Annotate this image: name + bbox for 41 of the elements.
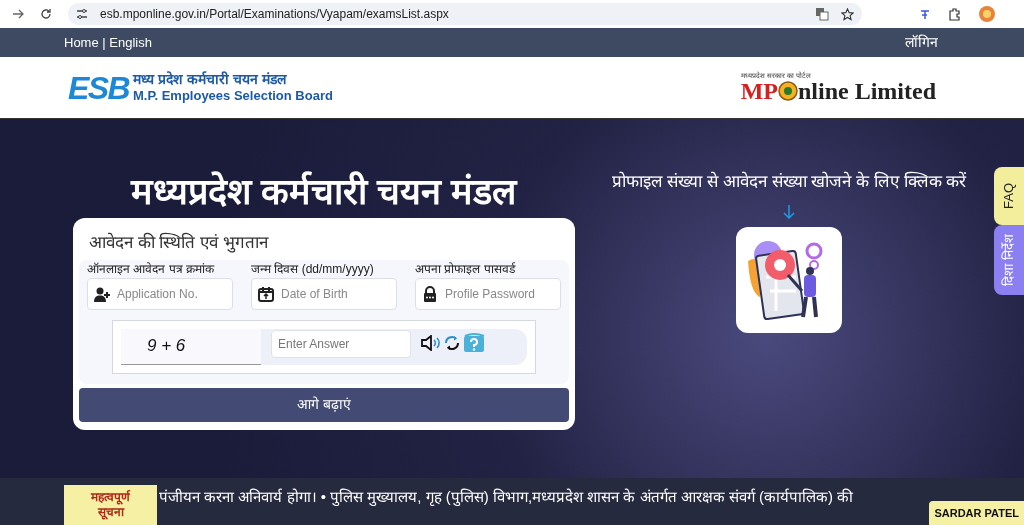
speaker-icon[interactable] <box>421 334 441 351</box>
notice-label-text: सूचना <box>97 505 124 520</box>
profile-avatar-icon[interactable] <box>978 5 996 23</box>
translate-icon[interactable] <box>815 7 829 21</box>
form-title: आवेदन की स्थिति एवं भुगतान <box>88 231 270 255</box>
input-field[interactable]: Application No. <box>87 277 233 310</box>
field-label: अपना प्रोफाइल पासवर्ड <box>415 260 517 278</box>
field-label: जन्म दिवस (dd/mm/yyyy) <box>251 260 375 278</box>
site-info-icon[interactable] <box>76 8 88 20</box>
logo-title: मध्य प्रदेश कर्मचारी चयन मंडल <box>133 70 288 89</box>
ticker-text: पंजीयन करना अनिवार्य होगा। • पुलिस मुख्यालय, गृह (पुलिस) विभाग,मध्यप्रदेश शासन के अंतर्गत आरक्षक संवर्ग (कार्यपालिक) की <box>158 487 854 508</box>
name-badge: SARDAR PATEL <box>929 500 1024 525</box>
star-icon[interactable] <box>841 7 854 21</box>
home-english-link[interactable]: Home | English <box>64 32 152 53</box>
brand-name-part: nline Limited <box>798 79 936 103</box>
input-field[interactable]: Profile Password <box>415 277 561 310</box>
down-arrow-icon <box>783 204 795 219</box>
profile-search-link[interactable]: प्रोफाइल संख्या से आवेदन संख्या खोजने के लिए क्लिक करें <box>611 169 967 195</box>
language-icon[interactable] <box>918 7 932 21</box>
hero-heading: मध्यप्रदेश कर्मचारी चयन मंडल <box>131 170 517 214</box>
logo-subtitle: M.P. Employees Selection Board <box>133 88 333 105</box>
answer-field[interactable]: Enter Answer <box>271 329 411 358</box>
address-bar[interactable]: esb.mponline.gov.in/Portal/Examinations/Vyapam/examsList.aspx <box>68 3 862 25</box>
add-user-icon <box>94 285 110 302</box>
field-label: ऑनलाइन आवेदन पत्र क्रमांक <box>87 260 216 278</box>
login-link[interactable]: लॉगिन <box>905 32 938 53</box>
extensions-icon[interactable] <box>948 7 962 21</box>
logo-mark: ESB <box>68 71 129 104</box>
submit-button[interactable]: आगे बढ़ाएं <box>79 387 569 422</box>
emblem-icon <box>778 81 798 101</box>
reload-icon[interactable] <box>40 8 52 20</box>
forward-icon[interactable] <box>12 8 24 20</box>
lock-icon <box>422 285 438 302</box>
side-tab[interactable]: FAQ <box>994 167 1024 225</box>
brand-name-part: MP <box>740 79 778 103</box>
captcha-image: 9 + 6 <box>121 328 261 365</box>
url-text: esb.mponline.gov.in/Portal/Examinations/Vyapam/examsList.aspx <box>100 6 449 23</box>
input-field[interactable]: Date of Birth <box>251 277 397 310</box>
calendar-icon <box>258 285 274 302</box>
refresh-icon[interactable] <box>443 333 461 352</box>
notice-label-text: महत्वपूर्ण <box>91 490 130 505</box>
